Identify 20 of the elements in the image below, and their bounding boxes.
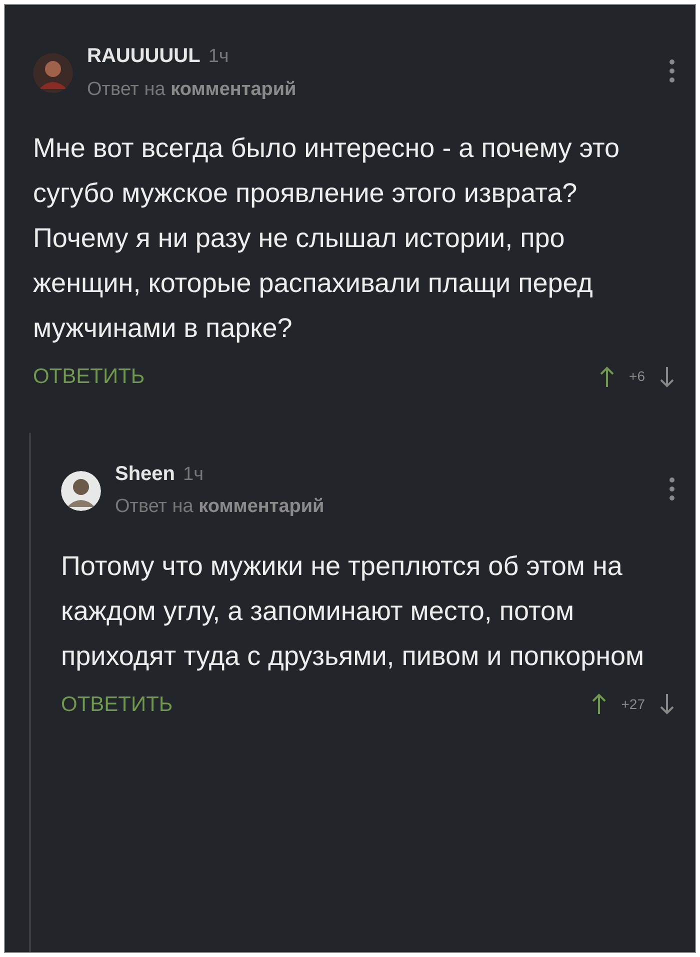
- rating-count: +6: [629, 367, 645, 386]
- more-icon[interactable]: [669, 59, 675, 83]
- reply-to-text: Ответ на комментарий: [87, 78, 296, 102]
- rating-count: +27: [621, 694, 645, 714]
- comment-text: Потому что мужики не треплются об этом на каждом углу, а запоминают место, потом приходят туда с друзьями, пивом и попкорном: [61, 550, 646, 673]
- author-name[interactable]: Sheen: [115, 462, 176, 484]
- avatar-icon: [61, 470, 101, 510]
- comment-time: 1ч: [208, 46, 229, 67]
- comment-time: 1ч: [183, 464, 204, 484]
- upvote-icon[interactable]: [599, 364, 616, 389]
- upvote-icon[interactable]: [591, 692, 608, 716]
- reply-button[interactable]: ОТВЕТИТЬ: [61, 688, 173, 720]
- reply-to-text: Ответ на комментарий: [115, 495, 324, 519]
- comment-text: Мне вот всегда было интересно - а почему это сугубо мужское проявление этого изврата? Почему я ни разу не слышал истории, про женщин, которые распахивали плащи перед мужчинами в парке?: [33, 132, 620, 345]
- author-name[interactable]: RAUUUUUL: [87, 45, 200, 67]
- downvote-icon[interactable]: [659, 692, 675, 716]
- reply-button[interactable]: ОТВЕТИТЬ: [33, 361, 145, 392]
- downvote-icon[interactable]: [659, 364, 675, 389]
- avatar-icon: [33, 53, 73, 93]
- more-icon[interactable]: [669, 476, 675, 500]
